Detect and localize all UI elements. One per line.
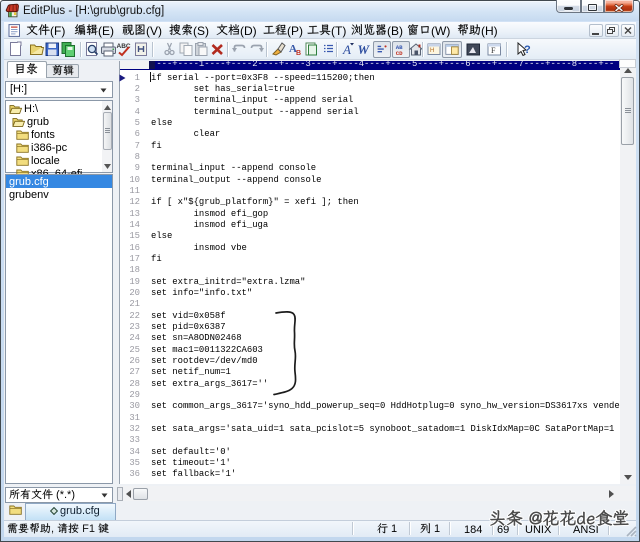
svg-text:B: B <box>296 50 301 57</box>
svg-text:A: A <box>342 42 351 57</box>
svg-text:CD: CD <box>396 50 403 57</box>
svg-text:H: H <box>430 48 434 54</box>
svg-text:?: ? <box>524 44 531 56</box>
svg-text:ABC: ABC <box>117 43 131 50</box>
svg-text:F: F <box>491 46 496 55</box>
svg-text:W: W <box>358 42 371 57</box>
